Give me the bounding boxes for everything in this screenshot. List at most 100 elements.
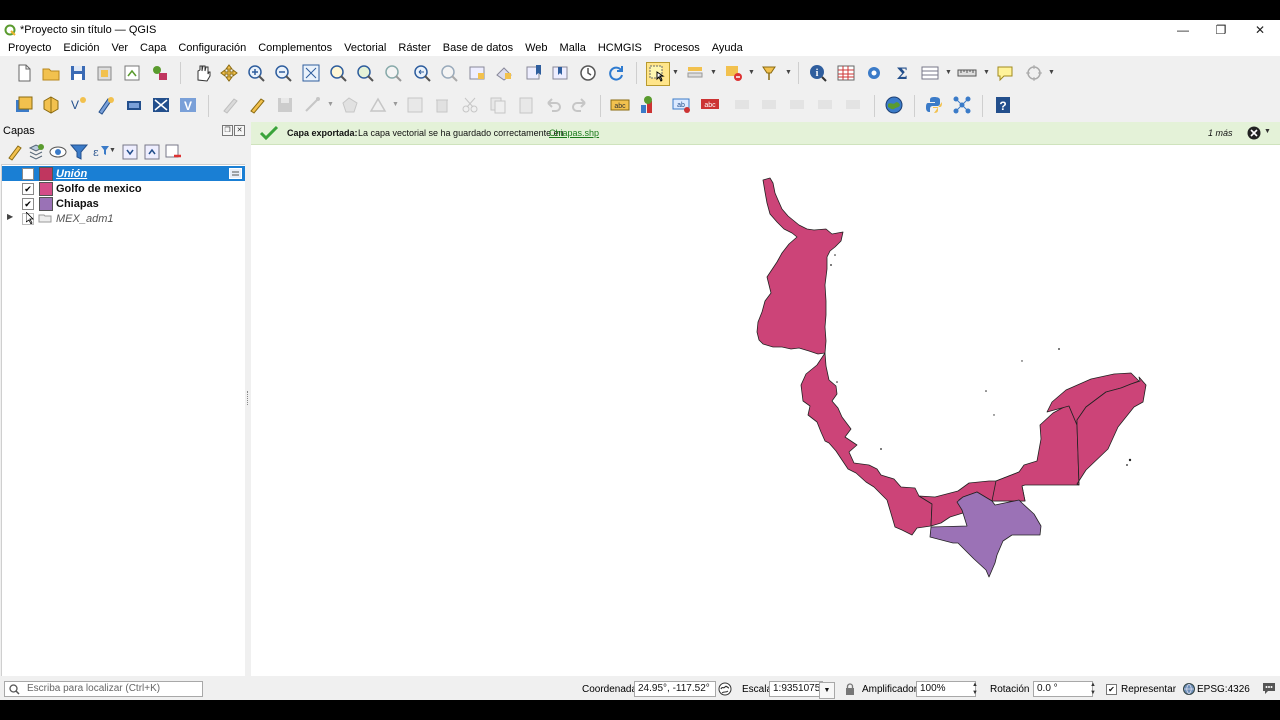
highlight-pinned-labels-icon[interactable]: ab <box>672 95 692 115</box>
menu-edicion[interactable]: Edición <box>57 42 105 54</box>
magnifier-spin-icon[interactable]: ▲ ▼ <box>970 681 980 697</box>
lock-scale-icon[interactable] <box>845 683 855 695</box>
new-project-icon[interactable] <box>14 63 34 83</box>
menu-configuracion[interactable]: Configuración <box>172 42 252 54</box>
temporal-controller-icon[interactable] <box>578 63 598 83</box>
remove-layer-icon[interactable] <box>163 142 181 158</box>
identify-features-icon[interactable]: i <box>808 63 828 83</box>
maximize-button[interactable]: ❐ <box>1202 20 1240 40</box>
cut-features-icon[interactable] <box>460 95 480 115</box>
select-by-value-dropdown-icon[interactable]: ▼ <box>710 69 717 76</box>
open-field-calculator-icon[interactable] <box>920 63 940 83</box>
copy-features-icon[interactable] <box>488 95 508 115</box>
show-hide-labels-icon[interactable] <box>733 95 753 115</box>
scale-field[interactable]: 1:9351075 <box>769 681 823 697</box>
measure-dropdown-icon[interactable]: ▼ <box>983 69 990 76</box>
menu-complementos[interactable]: Complementos <box>252 42 338 54</box>
layer-row-union[interactable]: Unión <box>2 166 245 181</box>
zoom-out-icon[interactable] <box>273 63 293 83</box>
zoom-to-selection-icon[interactable] <box>328 63 348 83</box>
layer-row-chiapas[interactable]: ✔ Chiapas <box>2 196 245 211</box>
zoom-native-icon[interactable] <box>383 63 403 83</box>
gps-dropdown-icon[interactable]: ▼ <box>1048 69 1055 76</box>
redo-icon[interactable] <box>570 95 590 115</box>
coordinate-field[interactable]: 24.95°, -117.52° <box>634 681 716 697</box>
gps-tracking-icon[interactable] <box>1024 63 1044 83</box>
menu-malla[interactable]: Malla <box>554 42 592 54</box>
new-temporary-layer-icon[interactable] <box>96 95 116 115</box>
pan-map-icon[interactable] <box>192 63 212 83</box>
undo-icon[interactable] <box>543 95 563 115</box>
menu-raster[interactable]: Ráster <box>392 42 436 54</box>
show-bookmarks-icon[interactable] <box>550 63 570 83</box>
vertex-tool-icon[interactable] <box>368 95 388 115</box>
table-dropdown-icon[interactable]: ▼ <box>945 69 952 76</box>
add-group-icon[interactable] <box>26 142 44 160</box>
magnifier-field[interactable]: 100% <box>916 681 976 697</box>
digitize-icon[interactable] <box>303 95 323 115</box>
zoom-full-icon[interactable] <box>301 63 321 83</box>
menu-web[interactable]: Web <box>519 42 553 54</box>
message-more[interactable]: 1 más <box>1208 128 1233 138</box>
add-polygon-icon[interactable] <box>340 95 360 115</box>
expand-all-icon[interactable] <box>120 142 138 160</box>
map-tips-icon[interactable] <box>995 63 1015 83</box>
select-features-icon[interactable] <box>646 62 670 86</box>
change-label-icon[interactable] <box>816 95 836 115</box>
locator-search-input[interactable]: Escriba para localizar (Ctrl+K) <box>4 681 203 697</box>
measure-line-icon[interactable] <box>957 63 977 83</box>
menu-base-de-datos[interactable]: Base de datos <box>437 42 519 54</box>
help-icon[interactable]: ? <box>993 95 1013 115</box>
zoom-last-icon[interactable] <box>412 63 432 83</box>
menu-ver[interactable]: Ver <box>106 42 135 54</box>
float-panel-icon[interactable]: ❐ <box>222 125 233 136</box>
layer-visibility-checkbox[interactable]: ✔ <box>22 183 34 195</box>
filter-legend-icon[interactable] <box>69 142 89 160</box>
menu-hcmgis[interactable]: HCMGIS <box>592 42 648 54</box>
select-dropdown-icon[interactable]: ▼ <box>672 69 679 76</box>
manage-map-themes-icon[interactable] <box>48 142 67 158</box>
zoom-to-layer-icon[interactable] <box>355 63 375 83</box>
save-as-icon[interactable] <box>95 63 115 83</box>
refresh-icon[interactable] <box>606 63 626 83</box>
vertex-dropdown-icon[interactable]: ▼ <box>392 101 399 108</box>
filter-by-expression-icon[interactable]: ε <box>91 142 109 159</box>
render-checkbox[interactable]: ✔ <box>1106 684 1117 695</box>
select-by-value-icon[interactable] <box>686 63 706 83</box>
scale-dropdown-icon[interactable]: ▼ <box>819 682 835 699</box>
deselect-dropdown-icon[interactable]: ▼ <box>748 69 755 76</box>
menu-procesos[interactable]: Procesos <box>648 42 706 54</box>
save-project-icon[interactable] <box>68 63 88 83</box>
minimize-button[interactable]: — <box>1164 20 1202 40</box>
open-layer-styling-icon[interactable] <box>5 142 22 161</box>
delete-selected-icon[interactable] <box>432 95 452 115</box>
digitize-dropdown-icon[interactable]: ▼ <box>327 101 334 108</box>
crs-globe-icon[interactable] <box>1183 683 1195 695</box>
crs-label[interactable]: EPSG:4326 <box>1197 684 1250 695</box>
layer-visibility-checkbox[interactable]: ✔ <box>22 198 34 210</box>
layer-visibility-checkbox[interactable] <box>22 168 34 180</box>
statistics-sum-icon[interactable]: Σ <box>892 63 912 83</box>
pin-labels-icon[interactable]: abc <box>700 95 720 115</box>
move-label-icon[interactable] <box>760 95 780 115</box>
message-menu-dropdown-icon[interactable]: ▼ <box>1264 128 1271 135</box>
toggle-editing-icon[interactable] <box>247 95 267 115</box>
layer-row-mex-adm1[interactable]: ▶ MEX_adm1 <box>2 211 245 226</box>
menu-vectorial[interactable]: Vectorial <box>338 42 392 54</box>
deselect-features-icon[interactable] <box>724 63 744 83</box>
new-spatial-bookmark-icon[interactable] <box>151 95 171 115</box>
new-3d-view-icon[interactable] <box>494 63 514 83</box>
collapse-all-icon[interactable] <box>142 142 160 160</box>
menu-capa[interactable]: Capa <box>134 42 172 54</box>
new-virtual-layer-icon[interactable] <box>124 95 144 115</box>
close-panel-icon[interactable]: ✕ <box>234 125 245 136</box>
toggle-extents-icon[interactable] <box>718 682 732 696</box>
close-message-icon[interactable] <box>1247 126 1261 140</box>
style-manager-icon[interactable] <box>150 63 170 83</box>
paste-features-icon[interactable] <box>516 95 536 115</box>
new-shapefile-icon[interactable]: V <box>68 95 88 115</box>
new-map-view-icon[interactable] <box>467 63 487 83</box>
rotation-spin-icon[interactable]: ▲ ▼ <box>1088 681 1098 697</box>
python-console-icon[interactable] <box>924 95 944 115</box>
new-bookmark-icon[interactable] <box>524 63 544 83</box>
